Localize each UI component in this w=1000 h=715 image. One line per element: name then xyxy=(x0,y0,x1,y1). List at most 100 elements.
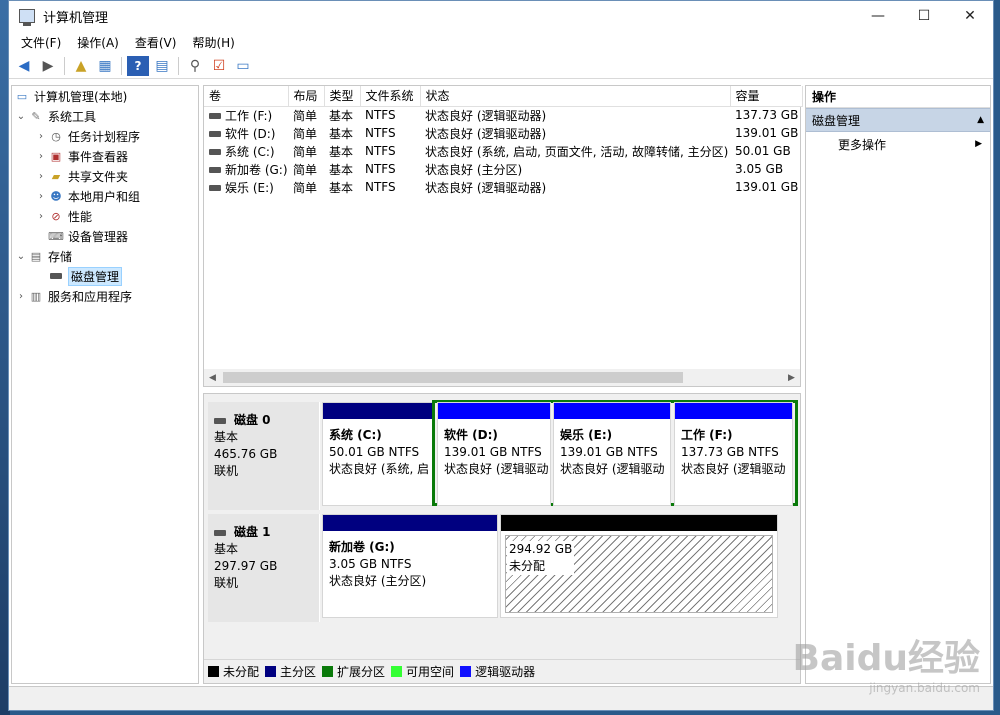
chevron-down-icon[interactable]: ⌄ xyxy=(14,251,28,262)
partition-d[interactable]: 软件 (D:) 139.01 GB NTFS 状态良好 (逻辑驱动 xyxy=(437,402,551,506)
column-header-filesystem[interactable]: 文件系统 xyxy=(360,86,421,107)
chevron-right-icon[interactable]: › xyxy=(34,211,48,222)
scroll-right-icon[interactable]: ▶ xyxy=(783,373,800,383)
help-icon[interactable]: ? xyxy=(127,55,149,76)
table-cell: 简单 xyxy=(293,144,318,159)
up-folder-icon[interactable]: ▲ xyxy=(70,56,92,76)
column-header-capacity[interactable]: 容量 xyxy=(730,86,803,107)
tree-item-task-scheduler[interactable]: › ◷ 任务计划程序 xyxy=(12,126,198,146)
horizontal-scrollbar[interactable]: ◀ ▶ xyxy=(204,369,800,386)
table-row[interactable]: 系统 (C:) 简单 基本 NTFS 状态良好 (系统, 启动, 页面文件, 活… xyxy=(204,142,802,160)
table-row[interactable]: 新加卷 (G:) 简单 基本 NTFS 状态良好 (主分区) 3.05 GB xyxy=(204,160,802,178)
drive-icon xyxy=(209,113,221,120)
title-bar: 计算机管理 — ☐ ✕ xyxy=(9,1,993,31)
partition-size: 3.05 GB NTFS xyxy=(329,557,412,571)
partition-name: 软件 (D:) xyxy=(444,428,498,442)
connect-disk-icon[interactable]: ⚲ xyxy=(184,56,206,76)
tree-item-system-tools[interactable]: ⌄ ✎ 系统工具 xyxy=(12,106,198,126)
actions-header: 操作 xyxy=(806,86,990,108)
chevron-right-icon[interactable]: › xyxy=(14,291,28,302)
partition-status: 未分配 xyxy=(509,559,546,573)
partition-status: 状态良好 (逻辑驱动 xyxy=(444,462,549,476)
table-cell: 状态良好 (逻辑驱动器) xyxy=(425,180,547,195)
table-cell: 139.01 GB xyxy=(735,180,799,194)
action-pane-icon[interactable]: ▤ xyxy=(151,56,173,76)
partition-e[interactable]: 娱乐 (E:) 139.01 GB NTFS 状态良好 (逻辑驱动 xyxy=(553,402,671,506)
tree-item-local-users[interactable]: › ☻ 本地用户和组 xyxy=(12,186,198,206)
column-header-layout[interactable]: 布局 xyxy=(288,86,325,107)
partition-size: 139.01 GB NTFS xyxy=(444,445,542,459)
partition-c[interactable]: 系统 (C:) 50.01 GB NTFS 状态良好 (系统, 启 xyxy=(322,402,434,506)
actions-section-disk-management[interactable]: 磁盘管理 ▲ xyxy=(806,108,990,132)
menu-action[interactable]: 操作(A) xyxy=(69,34,127,51)
chevron-right-icon[interactable]: › xyxy=(34,131,48,142)
chevron-right-icon[interactable]: › xyxy=(34,191,48,202)
disk-type: 基本 xyxy=(214,430,239,444)
tree-item-root[interactable]: ▭ 计算机管理(本地) xyxy=(12,86,198,106)
table-header-row: 卷 布局 类型 文件系统 状态 容量 xyxy=(204,86,803,107)
column-header-status[interactable]: 状态 xyxy=(420,86,731,107)
tree-item-storage[interactable]: ⌄ ▤ 存储 xyxy=(12,246,198,266)
actions-pane: 操作 磁盘管理 ▲ 更多操作 ▶ xyxy=(805,85,991,684)
show-hide-tree-icon[interactable]: ▦ xyxy=(94,56,116,76)
unallocated-info: 294.92 GB 未分配 xyxy=(507,541,575,575)
partition-g[interactable]: 新加卷 (G:) 3.05 GB NTFS 状态良好 (主分区) xyxy=(322,514,498,618)
table-cell: 基本 xyxy=(329,180,354,195)
maximize-button[interactable]: ☐ xyxy=(901,1,947,31)
menu-file[interactable]: 文件(F) xyxy=(13,34,69,51)
check-icon[interactable]: ☑ xyxy=(208,56,230,76)
disk-info-0[interactable]: 磁盘 0 基本 465.76 GB 联机 xyxy=(208,402,320,510)
close-button[interactable]: ✕ xyxy=(947,1,993,31)
table-row[interactable]: 娱乐 (E:) 简单 基本 NTFS 状态良好 (逻辑驱动器) 139.01 G… xyxy=(204,178,802,196)
chevron-right-icon[interactable]: › xyxy=(34,151,48,162)
disk-info-1[interactable]: 磁盘 1 基本 297.97 GB 联机 xyxy=(208,514,320,622)
scroll-thumb[interactable] xyxy=(223,372,683,383)
table-cell: NTFS xyxy=(365,108,396,123)
chevron-right-icon[interactable]: › xyxy=(34,171,48,182)
partition-f[interactable]: 工作 (F:) 137.73 GB NTFS 状态良好 (逻辑驱动 xyxy=(674,402,793,506)
minimize-button[interactable]: — xyxy=(855,1,901,31)
tree-item-services[interactable]: › ▥ 服务和应用程序 xyxy=(12,286,198,306)
scroll-track[interactable] xyxy=(221,369,783,386)
table-cell: NTFS xyxy=(365,144,396,158)
collapse-up-icon[interactable]: ▲ xyxy=(977,115,984,125)
baidu-watermark: Baidu经验 jingyan.baidu.com xyxy=(793,629,980,695)
tree-item-device-manager[interactable]: ⌨ 设备管理器 xyxy=(12,226,198,246)
forward-arrow-icon[interactable]: ▶ xyxy=(37,56,59,76)
disk-name: 磁盘 1 xyxy=(214,524,319,541)
table-cell: NTFS xyxy=(365,180,396,194)
tree-item-event-viewer[interactable]: › ▣ 事件查看器 xyxy=(12,146,198,166)
table-row[interactable]: 软件 (D:) 简单 基本 NTFS 状态良好 (逻辑驱动器) 139.01 G… xyxy=(204,124,802,142)
tools-icon: ✎ xyxy=(31,109,41,123)
more-actions-item[interactable]: 更多操作 ▶ xyxy=(806,132,990,156)
table-cell: 简单 xyxy=(293,108,318,123)
unallocated-space[interactable]: 294.92 GB 未分配 xyxy=(500,514,778,618)
tree-item-performance[interactable]: › ⊘ 性能 xyxy=(12,206,198,226)
table-cell: 简单 xyxy=(293,126,318,141)
table-row[interactable]: 工作 (F:) 简单 基本 NTFS 状态良好 (逻辑驱动器) 137.73 G… xyxy=(204,106,802,124)
column-header-type[interactable]: 类型 xyxy=(324,86,361,107)
chevron-down-icon[interactable]: ⌄ xyxy=(14,111,28,122)
menu-help[interactable]: 帮助(H) xyxy=(184,34,242,51)
disk-size: 465.76 GB xyxy=(214,447,278,461)
tree-item-disk-management[interactable]: 磁盘管理 xyxy=(12,266,198,286)
tree-item-shared-folders[interactable]: › ▰ 共享文件夹 xyxy=(12,166,198,186)
back-arrow-icon[interactable]: ◀ xyxy=(13,56,35,76)
properties-icon[interactable]: ▭ xyxy=(232,56,254,76)
tree-item-label: 存储 xyxy=(48,249,73,264)
partition-size: 139.01 GB NTFS xyxy=(560,445,658,459)
menu-view[interactable]: 查看(V) xyxy=(127,34,185,51)
watermark-subtext: jingyan.baidu.com xyxy=(869,681,980,695)
drive-icon xyxy=(209,167,221,173)
column-header-volume[interactable]: 卷 xyxy=(204,86,289,107)
disk-icon xyxy=(48,269,64,283)
volume-name: 软件 (D:) xyxy=(225,126,276,141)
legend-label: 逻辑驱动器 xyxy=(475,665,536,679)
legend: 未分配 主分区 扩展分区 可用空间 逻辑驱动器 xyxy=(204,659,800,683)
disk-type: 基本 xyxy=(214,542,239,556)
watermark-text: Baidu经验 xyxy=(792,638,980,679)
toolbar-divider xyxy=(121,56,122,75)
scroll-left-icon[interactable]: ◀ xyxy=(204,373,221,383)
table-cell: 50.01 GB xyxy=(735,144,791,158)
volume-list: 卷 布局 类型 文件系统 状态 容量 工作 (F:) 简单 基本 NTFS 状态… xyxy=(203,85,803,387)
